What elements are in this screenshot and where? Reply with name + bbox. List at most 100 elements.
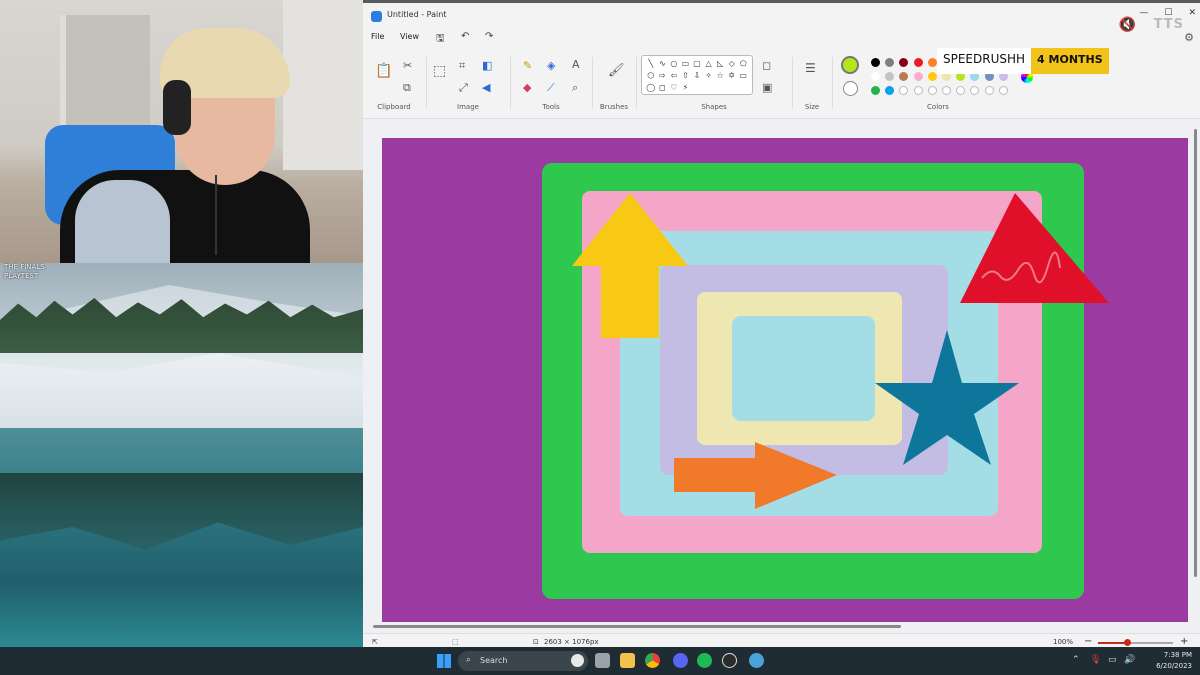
inner-blue-rectangle [732, 316, 875, 421]
title-bar: Untitled - Paint — ☐ ✕ [363, 6, 1200, 28]
crop-icon[interactable]: ⌗ [459, 59, 465, 73]
primary-color-swatch[interactable] [841, 56, 859, 74]
tts-label: TTS [1153, 17, 1184, 32]
search-icon: ⌕ [466, 655, 472, 665]
canvas-size-icon: ⊡ [533, 638, 539, 646]
room-wall [283, 0, 363, 170]
cursor-position-icon: ⇱ [372, 638, 378, 646]
color-swatch[interactable] [871, 86, 880, 95]
resize-icon[interactable]: ⤢ [459, 81, 468, 95]
color-picker-icon[interactable]: ⟋ [547, 81, 555, 95]
clock-date: 6/20/2023 [1156, 662, 1192, 670]
outline-icon[interactable]: ◻ [762, 59, 771, 72]
subscriber-months: 4 MONTHS [1031, 48, 1109, 74]
tools-label: Tools [542, 103, 560, 111]
tools-group: ✎ ◈ A ◆ ⟋ ⌕ Tools [511, 49, 591, 117]
zoom-slider-knob[interactable] [1123, 639, 1131, 646]
shapes-label: Shapes [701, 103, 727, 111]
zoom-out-icon[interactable]: − [1084, 636, 1092, 647]
game-overlay-text: THE FINALS PLAYTEST [4, 263, 45, 280]
chevron-up-icon[interactable]: ⌃ [1072, 655, 1080, 665]
save-icon[interactable]: 🖫 [436, 31, 445, 48]
secondary-color-swatch[interactable] [843, 81, 858, 96]
taskbar-search[interactable]: ⌕ Search [458, 651, 588, 671]
zoom-slider[interactable] [1098, 639, 1173, 646]
search-placeholder: Search [480, 656, 508, 665]
undo-icon[interactable]: ↶ [461, 31, 469, 42]
clipboard-label: Clipboard [377, 103, 411, 111]
image-group: ⬚ ⌗ ⤢ ◧ ◀ Image [427, 49, 509, 117]
spotify-icon[interactable] [697, 653, 712, 668]
file-explorer-icon[interactable] [620, 653, 635, 668]
image-label: Image [457, 103, 479, 111]
image-remove-background-icon[interactable]: ◧ [482, 59, 492, 72]
rotate-icon[interactable]: ◀ [482, 81, 490, 94]
color-swatch[interactable] [913, 72, 923, 81]
menu-file[interactable]: File [371, 32, 384, 41]
color-swatch[interactable] [871, 58, 880, 67]
close-button[interactable]: ✕ [1188, 8, 1196, 18]
game-preview: THE FINALS PLAYTEST [0, 263, 363, 647]
window-title: Untitled - Paint [387, 10, 447, 19]
horizontal-scrollbar[interactable] [373, 625, 901, 628]
selection-size-icon: ⬚ [452, 638, 459, 646]
custom-color-slot[interactable] [998, 86, 1008, 95]
mic-icon[interactable]: 🎙 [1090, 655, 1101, 665]
cut-icon[interactable]: ✂ [403, 59, 412, 72]
brushes-group: 🖌 Brushes [593, 49, 635, 117]
headset [163, 80, 191, 135]
canvas-workspace [363, 119, 1200, 633]
canvas-artwork [542, 163, 1109, 599]
clipboard-group: 📋 ✂ ⧉ Clipboard [363, 49, 425, 117]
bing-icon[interactable] [571, 654, 584, 667]
fill-icon[interactable]: ◈ [547, 59, 555, 72]
eraser-icon[interactable]: ◆ [523, 81, 531, 94]
line-size-icon[interactable]: ☰ [805, 61, 816, 75]
custom-color-slot[interactable] [913, 86, 923, 95]
custom-color-slot[interactable] [927, 86, 937, 95]
menu-view[interactable]: View [400, 32, 419, 41]
brush-icon[interactable]: 🖌 [608, 63, 625, 78]
subscriber-alert: SPEEDRUSHH 4 MONTHS [937, 48, 1109, 74]
clock[interactable]: 7:38 PM 6/20/2023 [1156, 650, 1192, 672]
colors-label: Colors [927, 103, 949, 111]
zoom-in-icon[interactable]: + [1180, 636, 1188, 647]
mic-cable [215, 175, 217, 255]
text-icon[interactable]: A [572, 58, 580, 71]
minimize-button[interactable]: — [1139, 8, 1148, 18]
copy-icon[interactable]: ⧉ [403, 81, 411, 95]
custom-color-slot[interactable] [942, 86, 951, 95]
canvas-size-text: 2603 × 1076px [544, 638, 599, 646]
paint-app-icon [371, 11, 382, 22]
network-icon[interactable]: ▭ [1108, 655, 1117, 665]
clock-time: 7:38 PM [1163, 651, 1192, 659]
paste-icon[interactable]: 📋 [375, 63, 392, 79]
start-windows-icon[interactable] [437, 654, 451, 668]
task-view-icon[interactable] [595, 653, 610, 668]
select-icon[interactable]: ⬚ [433, 63, 446, 79]
custom-color-slot[interactable] [984, 86, 994, 95]
zoom-percent[interactable]: 100% [1053, 638, 1073, 646]
vertical-scrollbar[interactable] [1194, 129, 1197, 577]
brushes-label: Brushes [599, 103, 629, 111]
streamer-arm [75, 180, 170, 263]
color-swatch[interactable] [927, 72, 937, 81]
paint-taskbar-icon[interactable] [749, 653, 764, 668]
chrome-icon[interactable] [645, 653, 660, 668]
color-swatch[interactable] [871, 72, 880, 81]
drawing-canvas[interactable] [382, 138, 1188, 622]
color-swatch[interactable] [913, 58, 923, 67]
obs-icon[interactable] [722, 653, 737, 668]
color-swatch[interactable] [927, 58, 937, 67]
redo-icon[interactable]: ↷ [485, 31, 493, 42]
shapes-group: ◻ ▣ Shapes [637, 49, 791, 117]
taskbar: ⌕ Search ⌃ 🎙 ▭ 🔊 7:38 PM 6/20/2023 [0, 647, 1200, 675]
menu-bar: File View 🖫 ↶ ↷ [363, 28, 1200, 48]
volume-icon[interactable]: 🔊 [1124, 655, 1135, 665]
discord-icon[interactable] [673, 653, 688, 668]
pencil-icon[interactable]: ✎ [523, 59, 532, 72]
settings-icon[interactable]: ⚙ [1184, 31, 1194, 44]
magnifier-icon[interactable]: ⌕ [572, 81, 578, 95]
subscriber-name: SPEEDRUSHH [937, 48, 1032, 74]
shape-fill-icon[interactable]: ▣ [762, 81, 772, 94]
